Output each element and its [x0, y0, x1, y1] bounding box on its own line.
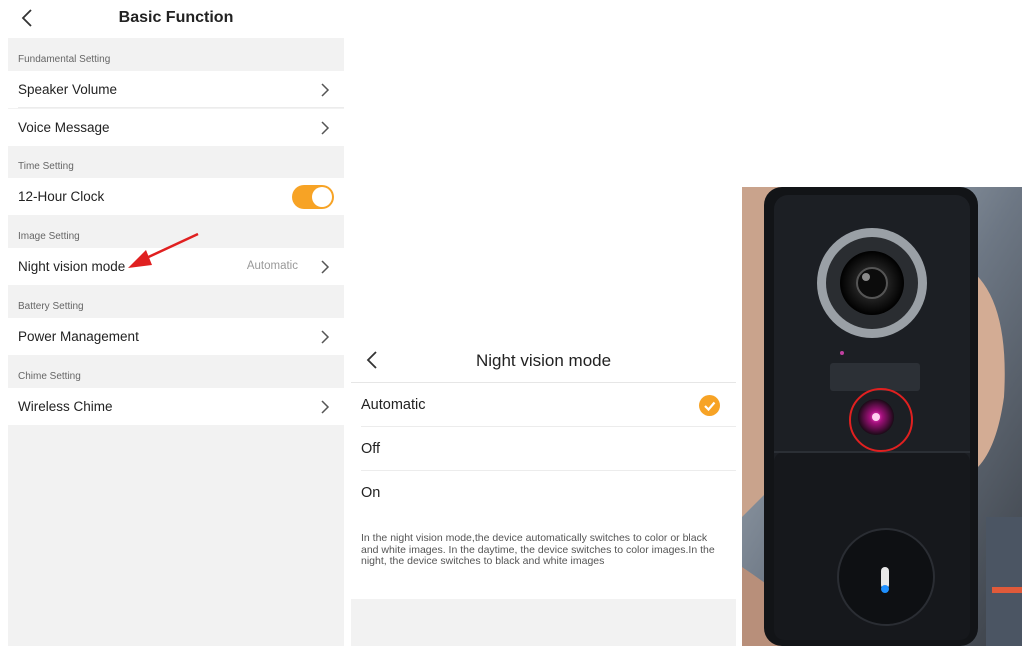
- row-label: Power Management: [18, 329, 139, 344]
- section-label-chime: Chime Setting: [18, 371, 81, 382]
- chevron-right-icon: [321, 260, 330, 274]
- section-label-battery: Battery Setting: [18, 301, 84, 312]
- row-label: 12-Hour Clock: [18, 189, 105, 204]
- chevron-right-icon: [321, 330, 330, 344]
- option-automatic[interactable]: Automatic: [351, 383, 736, 427]
- night-vision-description: In the night vision mode,the device auto…: [361, 532, 715, 567]
- row-label: Speaker Volume: [18, 82, 118, 97]
- option-label: Off: [361, 441, 381, 457]
- row-12-hour-clock: 12-Hour Clock: [8, 178, 344, 215]
- description-box: In the night vision mode,the device auto…: [351, 515, 736, 599]
- header: Basic Function: [8, 0, 344, 38]
- chevron-right-icon: [321, 400, 330, 414]
- annotation-arrow-icon: [128, 232, 199, 268]
- section-label-fundamental: Fundamental Setting: [18, 54, 111, 65]
- row-power-management[interactable]: Power Management: [8, 318, 344, 355]
- row-label: Night vision mode: [18, 259, 126, 274]
- night-vision-screen: Night vision mode Automatic Off On In th…: [351, 338, 736, 646]
- option-label: On: [361, 485, 381, 501]
- row-voice-message[interactable]: Voice Message: [8, 109, 344, 146]
- option-off[interactable]: Off: [351, 427, 736, 471]
- page-title: Basic Function: [118, 9, 234, 26]
- basic-function-screen: Basic Function Fundamental Setting Speak…: [8, 0, 344, 646]
- check-icon: [699, 395, 720, 416]
- chevron-right-icon: [321, 83, 330, 97]
- option-label: Automatic: [361, 397, 426, 413]
- doorbell-photo: [742, 187, 1022, 646]
- row-label: Wireless Chime: [18, 399, 113, 414]
- divider: [18, 107, 344, 108]
- section-label-time: Time Setting: [18, 161, 74, 172]
- section-label-image: Image Setting: [18, 231, 80, 242]
- header: Night vision mode: [351, 338, 736, 383]
- toggle-knob: [312, 187, 332, 207]
- row-wireless-chime[interactable]: Wireless Chime: [8, 388, 344, 425]
- chevron-right-icon: [321, 121, 330, 135]
- row-value: Automatic: [246, 260, 298, 272]
- row-label: Voice Message: [18, 120, 110, 135]
- 12-hour-clock-toggle[interactable]: [292, 185, 334, 209]
- row-speaker-volume[interactable]: Speaker Volume: [8, 71, 344, 108]
- option-on[interactable]: On: [351, 471, 736, 515]
- page-title: Night vision mode: [475, 351, 612, 370]
